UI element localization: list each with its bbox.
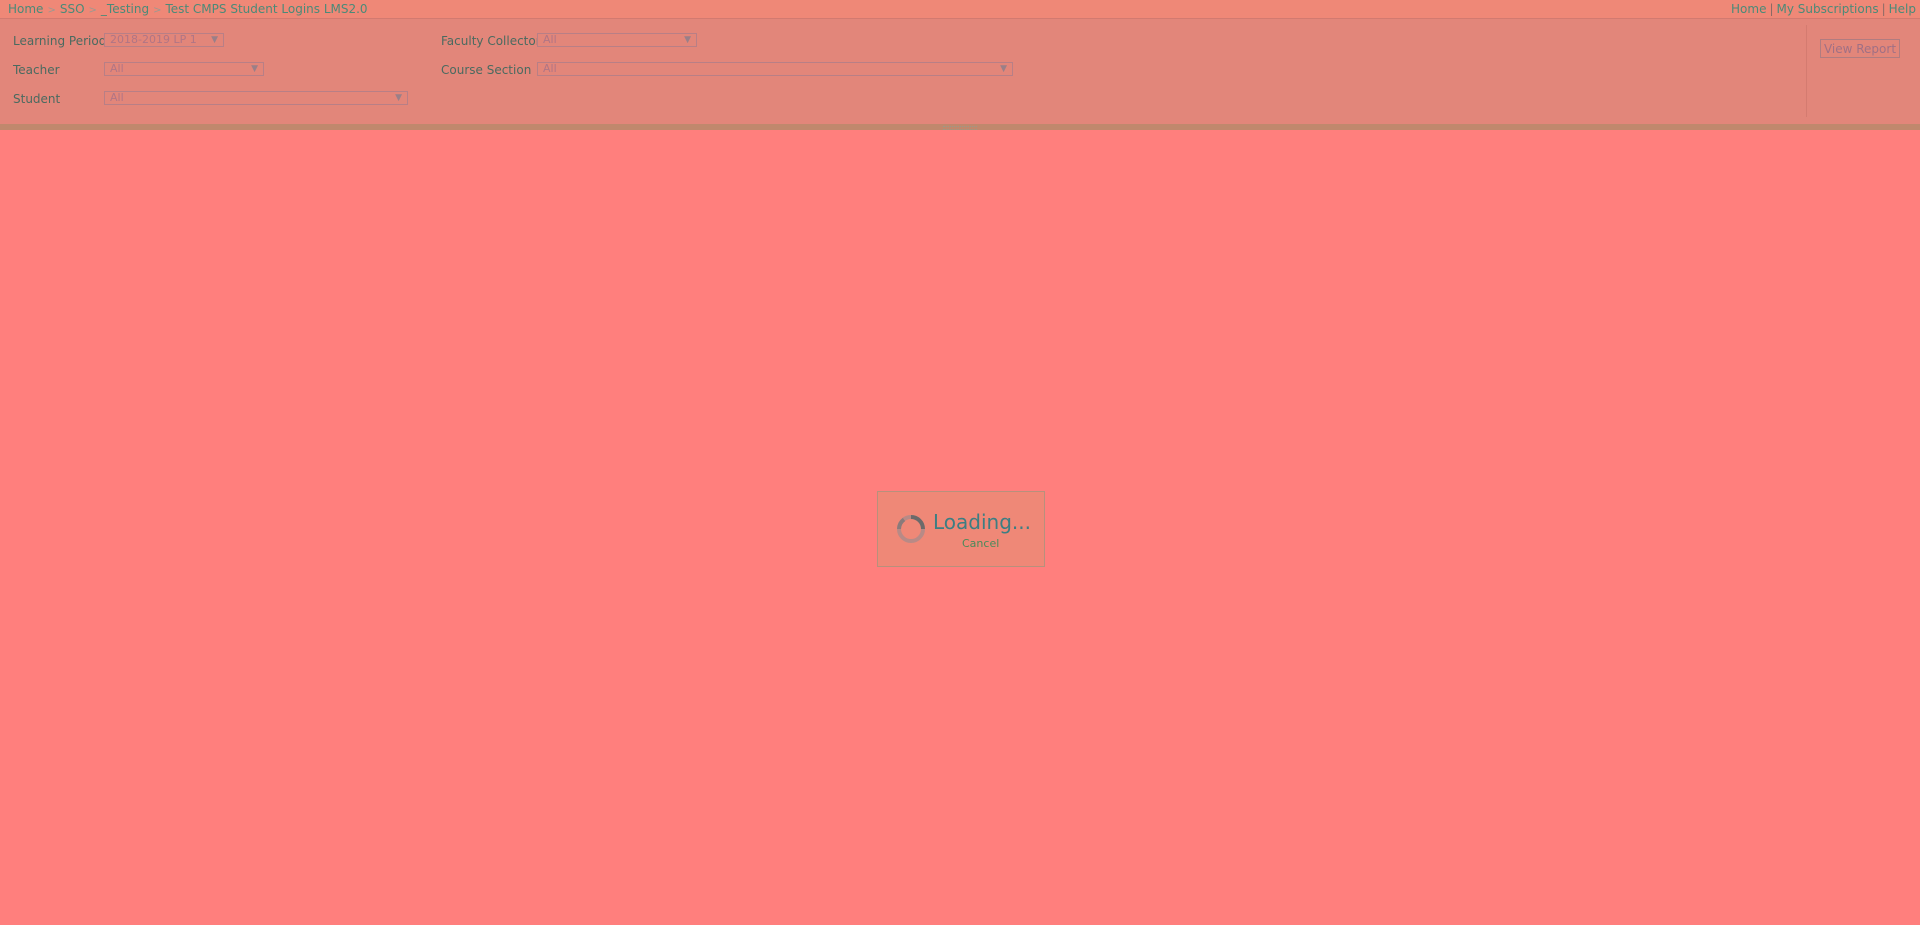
loading-dialog: Loading... Cancel: [877, 491, 1045, 567]
parameters-splitter[interactable]: [0, 124, 1920, 130]
breadcrumb-current-report: Test CMPS Student Logins LMS2.0: [165, 2, 368, 16]
breadcrumb: Home > SSO > _Testing > Test CMPS Student Logi…: [8, 2, 368, 16]
breadcrumb-home[interactable]: Home: [8, 2, 43, 16]
help-link[interactable]: Help: [1889, 2, 1916, 16]
my-subscriptions-link[interactable]: My Subscriptions: [1777, 2, 1879, 16]
course-section-value: All: [543, 62, 557, 75]
view-report-button[interactable]: View Report: [1820, 39, 1900, 58]
breadcrumb-separator: >: [153, 5, 162, 16]
learning-period-label: Learning Period: [13, 34, 107, 48]
splitter-handle[interactable]: [943, 126, 977, 130]
faculty-collector-select[interactable]: All ▼: [537, 33, 697, 47]
student-value: All: [110, 91, 124, 104]
cancel-link[interactable]: Cancel: [962, 537, 999, 550]
chevron-down-icon: ▼: [1000, 64, 1007, 74]
teacher-label: Teacher: [13, 63, 60, 77]
chevron-down-icon: ▼: [684, 35, 691, 45]
breadcrumb-testing[interactable]: _Testing: [101, 2, 149, 16]
chevron-down-icon: ▼: [395, 93, 402, 103]
breadcrumb-separator: >: [47, 5, 56, 16]
spinner-icon: [897, 515, 925, 543]
course-section-select[interactable]: All ▼: [537, 62, 1013, 76]
top-links: Home | My Subscriptions | Help: [1731, 2, 1916, 16]
faculty-collector-label: Faculty Collector: [441, 34, 541, 48]
student-select[interactable]: All ▼: [104, 91, 408, 105]
chevron-down-icon: ▼: [251, 64, 258, 74]
link-separator: |: [1769, 2, 1774, 16]
panel-divider: [1806, 25, 1807, 117]
parameters-panel: Learning Period 2018-2019 LP 1 ▼ Teacher…: [0, 18, 1920, 124]
breadcrumb-separator: >: [88, 5, 97, 16]
top-bar: Home > SSO > _Testing > Test CMPS Student Logi…: [0, 0, 1920, 18]
faculty-collector-value: All: [543, 33, 557, 46]
student-label: Student: [13, 92, 61, 106]
learning-period-select[interactable]: 2018-2019 LP 1 ▼: [104, 33, 224, 47]
loading-text: Loading...: [933, 510, 1031, 534]
course-section-label: Course Section: [441, 63, 532, 77]
breadcrumb-sso[interactable]: SSO: [60, 2, 85, 16]
chevron-down-icon: ▼: [211, 35, 218, 45]
learning-period-value: 2018-2019 LP 1: [110, 33, 197, 46]
teacher-select[interactable]: All ▼: [104, 62, 264, 76]
teacher-value: All: [110, 62, 124, 75]
link-separator: |: [1881, 2, 1886, 16]
home-link[interactable]: Home: [1731, 2, 1766, 16]
